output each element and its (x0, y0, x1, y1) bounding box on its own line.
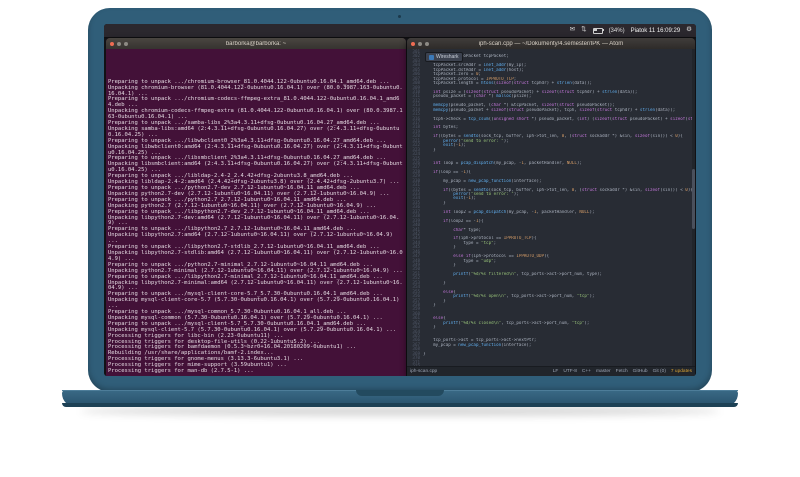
editor-gutter: 301 302 303 304 305 306 307 308 309 310 311 312 313 3… (407, 49, 420, 366)
status-file-name[interactable]: iph-scan.cpp (410, 369, 437, 374)
maximize-button[interactable] (124, 41, 128, 46)
editor-titlebar[interactable]: iph-scan.cpp — ~/Dokumenty/4.semester/IP… (407, 38, 695, 49)
status-item[interactable]: Git (0) (653, 369, 666, 374)
maximize-button[interactable] (425, 41, 429, 46)
status-item[interactable]: UTF-8 (563, 369, 577, 374)
session-gear-icon[interactable]: ⚙ (686, 27, 692, 34)
scrollbar-thumb[interactable] (692, 169, 695, 229)
window-controls (411, 41, 429, 46)
wireshark-icon (429, 54, 434, 60)
status-item[interactable]: GitHub (633, 369, 648, 374)
editor-scrollbar[interactable] (692, 49, 695, 366)
minimize-button[interactable] (418, 41, 422, 46)
clock[interactable]: Piatok 11 16:09:29 (631, 28, 681, 34)
close-button[interactable] (411, 41, 415, 46)
terminal-line: Processing triggers for man-db (2.7.5-1)… (108, 368, 254, 375)
laptop-screen: ✉ ⇅ (34%) Piatok 11 16:09:29 ⚙ barborka@… (104, 24, 696, 376)
code-line: memcpy(pseudo_packet + sizeof(struct pse… (433, 107, 676, 112)
wireshark-chip[interactable]: Wireshark (425, 52, 463, 62)
window-controls (110, 41, 128, 46)
editor-code[interactable]: struct pseudoPacket tcpPacket; tcpPacket… (423, 50, 692, 366)
terminal-window: barborka@barborka: ~ Preparing to unpack… (106, 38, 406, 376)
webcam (398, 15, 401, 18)
laptop-shadow (80, 406, 720, 416)
status-item[interactable]: LF (553, 369, 559, 374)
editor-window: iph-scan.cpp — ~/Dokumenty/4.semester/IP… (407, 38, 695, 376)
terminal-line: Unpacking samba-libs:amd64 (2:4.3.11+dfs… (108, 125, 400, 138)
terminal-body[interactable]: Preparing to unpack .../chromium-browser… (106, 49, 406, 376)
minimize-button[interactable] (117, 41, 121, 46)
terminal-title: barborka@barborka: ~ (225, 40, 287, 47)
battery-icon[interactable] (592, 27, 604, 34)
network-indicator-icon[interactable]: ⇅ (581, 27, 586, 34)
close-button[interactable] (110, 41, 114, 46)
battery-percent: (34%) (608, 27, 625, 34)
laptop-base-lip (62, 403, 738, 407)
status-items: LF UTF-8 C++ master Fetch GitHub Git (0) (553, 369, 666, 374)
code-line: tcph->check = tcp_csum((unsigned short *… (423, 116, 692, 121)
editor-title: iph-scan.cpp — ~/Dokumenty/4.semester/IP… (478, 40, 624, 47)
laptop-mockup: ✉ ⇅ (34%) Piatok 11 16:09:29 ⚙ barborka@… (0, 0, 800, 477)
wireshark-chip-label: Wireshark (436, 54, 459, 60)
laptop-base-notch (356, 390, 444, 396)
status-item[interactable]: master (596, 369, 611, 374)
mail-indicator-icon[interactable]: ✉ (570, 27, 575, 34)
editor-status-bar: iph-scan.cpp LF UTF-8 C++ master Fetch GitHub… (407, 366, 695, 376)
system-tray: ✉ ⇅ (34%) Piatok 11 16:09:29 ⚙ (570, 24, 692, 37)
system-top-bar: ✉ ⇅ (34%) Piatok 11 16:09:29 ⚙ (104, 24, 696, 37)
status-item[interactable]: Fetch (616, 369, 628, 374)
status-item[interactable]: C++ (582, 369, 591, 374)
terminal-titlebar[interactable]: barborka@barborka: ~ (106, 38, 406, 49)
terminal-line: Unpacking libpython2.7-stdlib:amd64 (2.7… (108, 249, 403, 262)
editor-area[interactable]: 301 302 303 304 305 306 307 308 309 310 311 312 313 3… (407, 49, 695, 366)
status-updates-badge[interactable]: 7 updates (671, 369, 692, 374)
laptop-base (62, 390, 738, 407)
